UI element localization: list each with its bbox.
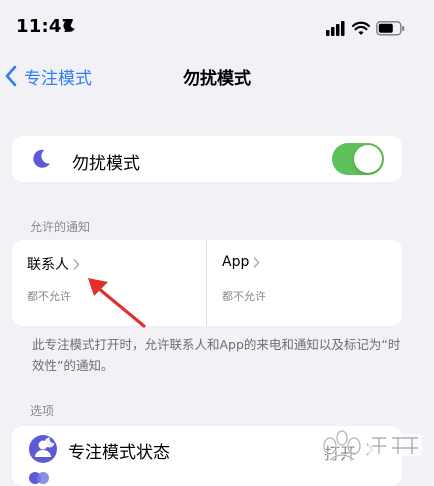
- allowed-section-header: 允许的通知: [30, 220, 91, 234]
- wifi-icon: [351, 21, 371, 35]
- dnd-label: 勿扰模式: [72, 154, 140, 174]
- allowed-footnote: 此专注模式打开时，允许联系人和App的来电和通知以及标记为“时效性”的通知。: [32, 337, 401, 373]
- people-title: 联系人: [27, 257, 69, 273]
- apps-title: App: [222, 254, 250, 270]
- focus-status-label: 专注模式状态: [68, 443, 170, 463]
- focus-filter-icon: [29, 472, 49, 484]
- chevron-right-icon: [73, 258, 80, 270]
- dnd-toggle[interactable]: [332, 143, 384, 175]
- allowed-apps-cell[interactable]: App 都不允许: [207, 240, 402, 326]
- signal-icon: [326, 21, 345, 36]
- apps-title-row: App: [222, 254, 260, 270]
- apps-subtitle: 都不允许: [222, 290, 266, 303]
- navigation-bar: 专注模式 勿扰模式: [0, 56, 434, 96]
- moon-icon: [33, 149, 50, 168]
- battery-icon: [376, 21, 405, 36]
- people-title-row: 联系人: [27, 254, 80, 274]
- watermark-logo: [322, 429, 422, 462]
- status-icons: [326, 21, 405, 36]
- people-subtitle: 都不允许: [27, 290, 71, 303]
- status-bar: 11:47: [0, 0, 434, 54]
- allowed-people-cell[interactable]: 联系人 都不允许: [12, 240, 206, 326]
- moon-icon: [63, 19, 75, 32]
- focus-status-icon: [29, 435, 57, 463]
- options-section-header: 选项: [30, 404, 55, 418]
- dnd-card: 勿扰模式: [12, 136, 402, 182]
- toggle-knob: [354, 145, 382, 173]
- allowed-notifications-card: 联系人 都不允许 App 都不允许: [12, 240, 402, 326]
- page-title: 勿扰模式: [183, 69, 251, 89]
- chevron-right-icon: [254, 256, 260, 268]
